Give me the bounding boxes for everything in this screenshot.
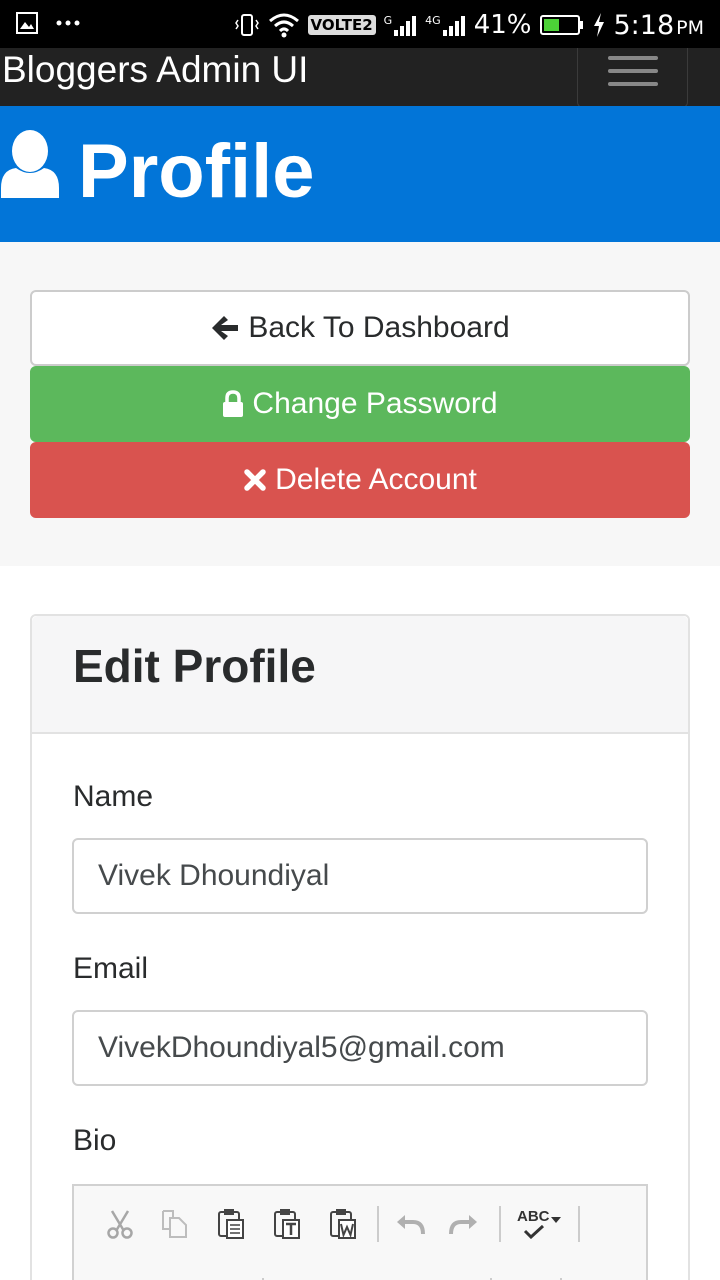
time-text: 5:18	[613, 9, 675, 41]
hamburger-icon	[608, 56, 658, 60]
signal-icon	[394, 16, 417, 36]
bio-label: Bio	[73, 1124, 117, 1157]
undo-button[interactable]	[390, 1204, 430, 1244]
signal-sim1: G	[384, 14, 418, 36]
clock: 5:18 PM	[614, 10, 705, 41]
spellcheck-button[interactable]: ABC	[514, 1204, 564, 1244]
email-field[interactable]	[72, 1010, 648, 1086]
back-to-dashboard-button[interactable]: Back To Dashboard	[30, 290, 690, 366]
card-header: Edit Profile	[32, 616, 688, 734]
toolbar-separator	[377, 1206, 379, 1242]
link-button[interactable]	[440, 1274, 480, 1280]
email-label: Email	[73, 952, 149, 985]
toolbar-separator	[499, 1206, 501, 1242]
signal-sim2: 4G	[425, 14, 466, 36]
checkmark-icon	[523, 1225, 545, 1239]
profile-actions: Back To Dashboard Change Password Delete…	[0, 242, 720, 566]
bio-editor[interactable]: ABC	[72, 1184, 648, 1280]
battery-percent: 41%	[473, 10, 532, 40]
edit-profile-card: Edit Profile Name Email Bio	[30, 614, 690, 1280]
align-left-button[interactable]	[278, 1274, 318, 1280]
paste-icon	[218, 1209, 244, 1239]
page-header: Profile	[0, 106, 720, 242]
cut-button[interactable]	[100, 1204, 140, 1244]
volte-badge: VOLTE2	[307, 15, 376, 35]
undo-icon	[397, 1215, 425, 1235]
more-icon	[56, 20, 80, 26]
lock-icon	[223, 390, 244, 417]
paste-text-icon	[274, 1209, 300, 1239]
align-right-button[interactable]	[386, 1274, 426, 1280]
network-type-label: G	[383, 14, 393, 27]
change-password-button[interactable]: Change Password	[30, 366, 690, 442]
paste-text-button[interactable]	[267, 1204, 307, 1244]
redo-icon	[449, 1215, 477, 1235]
copy-icon	[162, 1210, 187, 1238]
battery-icon	[539, 15, 583, 35]
spellcheck-icon: ABC	[517, 1208, 561, 1240]
paste-word-button[interactable]	[323, 1204, 363, 1244]
user-icon	[1, 130, 59, 198]
cut-icon	[107, 1210, 133, 1239]
copy-button[interactable]	[155, 1204, 195, 1244]
caret-down-icon	[551, 1217, 561, 1223]
hamburger-icon	[608, 82, 658, 86]
hamburger-icon	[608, 69, 658, 73]
toolbar-separator	[578, 1206, 580, 1242]
spellcheck-label: ABC	[517, 1208, 550, 1225]
paste-word-icon	[330, 1209, 356, 1239]
change-password-label: Change Password	[252, 387, 498, 420]
navbar-brand[interactable]: Bloggers Admin UI	[2, 48, 308, 92]
navbar: Bloggers Admin UI	[0, 48, 720, 108]
name-label: Name	[73, 780, 154, 813]
arrow-left-icon	[212, 316, 239, 340]
close-icon	[244, 469, 266, 491]
delete-account-label: Delete Account	[275, 463, 477, 496]
card-title: Edit Profile	[73, 640, 316, 692]
delete-account-button[interactable]: Delete Account	[30, 442, 690, 518]
signal-icon	[442, 16, 465, 36]
status-bar: VOLTE2 G 4G 41% 5:18 PM	[0, 0, 720, 48]
back-to-dashboard-label: Back To Dashboard	[248, 311, 510, 344]
status-right: VOLTE2 G 4G 41% 5:18 PM	[234, 6, 704, 44]
ampm-text: PM	[676, 16, 704, 39]
network-type-label: 4G	[425, 14, 441, 27]
page-title: Profile	[78, 129, 315, 214]
charging-icon	[593, 13, 604, 37]
navbar-toggle-button[interactable]	[577, 48, 688, 108]
align-center-button[interactable]	[332, 1274, 372, 1280]
redo-button[interactable]	[444, 1204, 484, 1244]
paste-button[interactable]	[211, 1204, 251, 1244]
name-field[interactable]	[72, 838, 648, 914]
flag-button[interactable]	[214, 1274, 254, 1280]
status-left	[16, 12, 80, 34]
wifi-icon	[268, 13, 299, 38]
source-button[interactable]	[504, 1274, 544, 1280]
vibrate-icon	[234, 14, 259, 36]
image-icon	[16, 12, 38, 34]
